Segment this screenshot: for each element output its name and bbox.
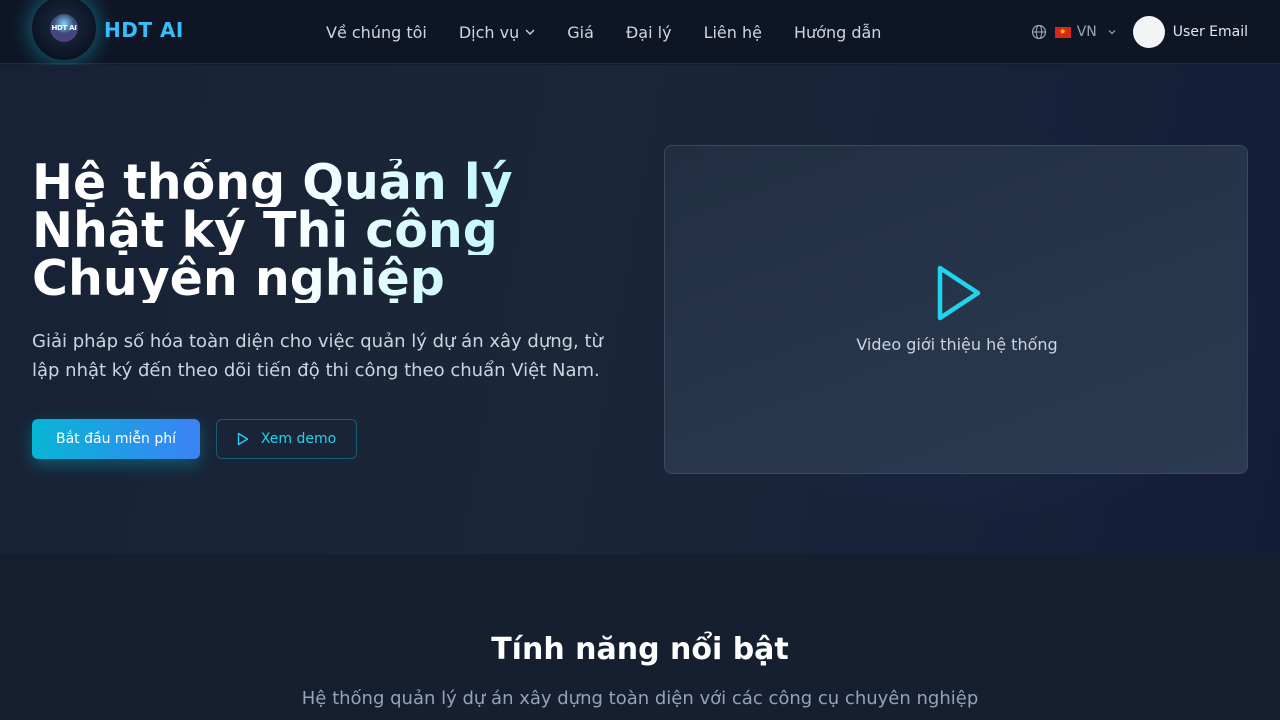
video-label: Video giới thiệu hệ thống: [856, 335, 1058, 354]
nav-link-about[interactable]: Về chúng tôi: [326, 23, 427, 42]
nav-link-guide[interactable]: Hướng dẫn: [794, 23, 881, 42]
logo-text: HDT AI: [51, 24, 77, 32]
watch-demo-label: Xem demo: [260, 431, 337, 447]
logo-badge: HDT AI: [32, 0, 96, 60]
nav-link-contact[interactable]: Liên hệ: [704, 23, 762, 42]
nav-link-pricing[interactable]: Giá: [567, 23, 594, 42]
avatar: [1132, 16, 1165, 48]
hero-section: Hệ thống Quản lý Nhật ký Thi công Chuyên…: [0, 65, 1280, 554]
watch-demo-button[interactable]: Xem demo: [216, 419, 357, 459]
hero-title-line: Hệ thống Quản lý: [32, 158, 632, 207]
hero-title-line: Chuyên nghiệp: [32, 254, 632, 303]
brand-name[interactable]: HDT AI: [104, 18, 184, 42]
language-selector[interactable]: ★ VN: [1031, 24, 1117, 40]
chevron-down-icon: [525, 29, 535, 35]
navbar: HDT AI HDT AI Về chúng tôi Dịch vụ Giá Đ…: [0, 0, 1280, 64]
nav-right: ★ VN User Email: [1031, 0, 1248, 64]
hero-title-line: Nhật ký Thi công: [32, 206, 632, 255]
user-menu[interactable]: User Email: [1132, 16, 1248, 48]
globe-icon: [1031, 24, 1046, 40]
chevron-down-icon: [1108, 30, 1116, 35]
play-icon: [237, 432, 249, 446]
user-email: User Email: [1172, 24, 1248, 40]
brand-logo-link[interactable]: HDT AI HDT AI: [32, 0, 184, 60]
features-title: Tính năng nổi bật: [491, 632, 789, 667]
nav-link-label: Giá: [567, 22, 594, 42]
play-icon[interactable]: [935, 264, 983, 322]
nav-link-services[interactable]: Dịch vụ: [459, 23, 535, 42]
nav-link-agents[interactable]: Đại lý: [626, 23, 672, 42]
intro-video-player[interactable]: Video giới thiệu hệ thống: [664, 145, 1248, 474]
logo-icon: HDT AI: [50, 14, 78, 42]
vn-flag-icon: ★: [1054, 26, 1071, 38]
nav-link-label: Đại lý: [625, 22, 672, 42]
main-nav: Về chúng tôi Dịch vụ Giá Đại lý Liên hệ …: [326, 0, 913, 64]
features-subtitle: Hệ thống quản lý dự án xây dựng toàn diệ…: [301, 688, 979, 709]
hero-title: Hệ thống Quản lý Nhật ký Thi công Chuyên…: [32, 158, 632, 303]
language-code: VN: [1076, 24, 1097, 40]
nav-link-label: Dịch vụ: [458, 22, 520, 42]
nav-link-label: Liên hệ: [703, 22, 762, 42]
features-section: Tính năng nổi bật Hệ thống quản lý dự án…: [0, 554, 1280, 720]
hero-subtitle: Giải pháp số hóa toàn diện cho việc quản…: [32, 331, 603, 381]
start-free-button[interactable]: Bắt đầu miễn phí: [32, 419, 200, 459]
nav-link-label: Hướng dẫn: [793, 22, 882, 42]
nav-link-label: Về chúng tôi: [326, 22, 427, 42]
